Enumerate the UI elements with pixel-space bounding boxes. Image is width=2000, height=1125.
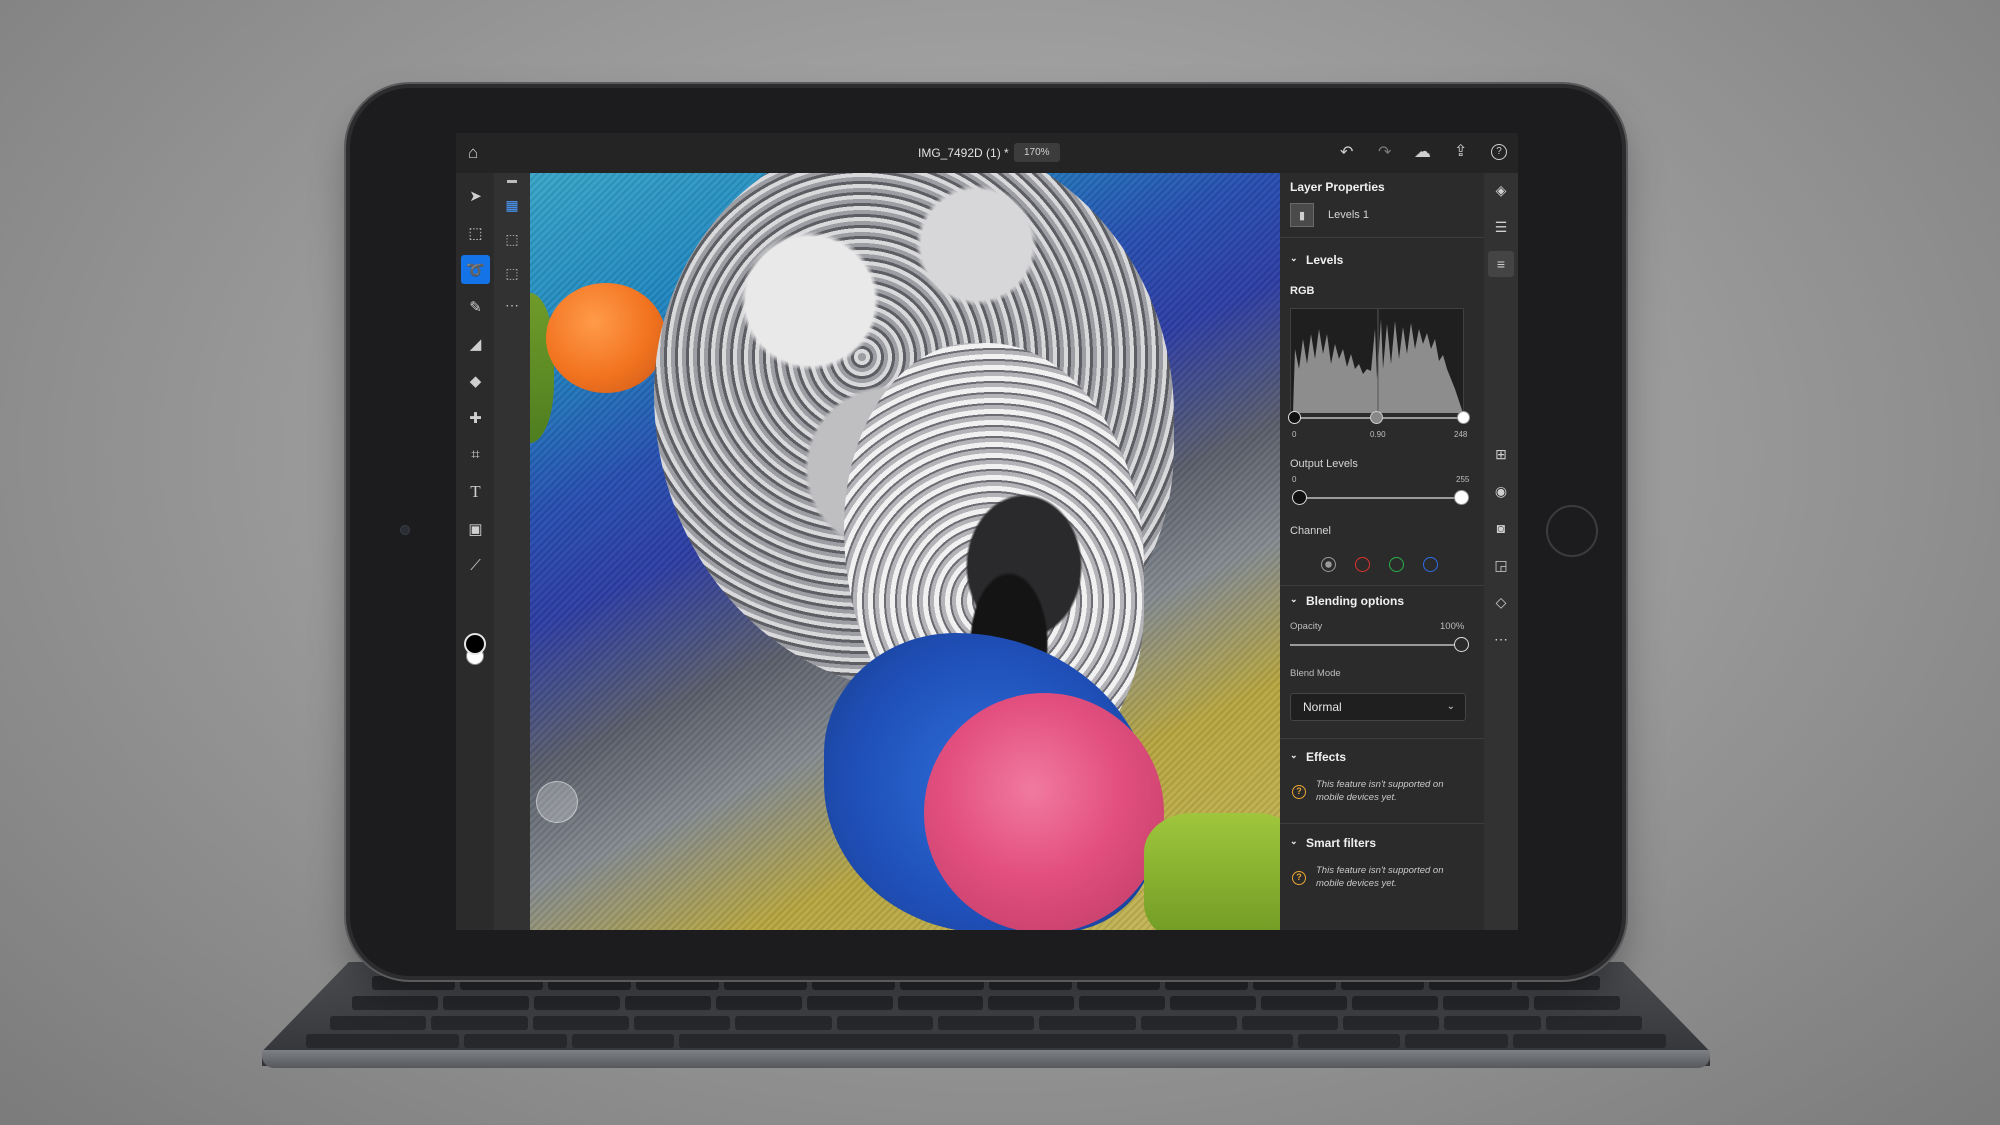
drag-handle[interactable]: ▬ <box>498 175 526 186</box>
top-bar: ⌂ IMG_7492D (1) * 170% ↶ ↷ ☁ ⇪ ? <box>456 133 1518 173</box>
opacity-value[interactable]: 100% <box>1440 621 1464 632</box>
input-gamma-value: 0.90 <box>1370 430 1386 439</box>
visibility-icon[interactable]: ◉ <box>1488 478 1514 504</box>
add-layer-icon[interactable]: ⊞ <box>1488 441 1514 467</box>
opacity-label: Opacity <box>1290 621 1323 632</box>
layer-name[interactable]: Levels 1 <box>1328 209 1369 221</box>
red-channel-button[interactable] <box>1355 557 1370 572</box>
place-image-icon[interactable]: ▣ <box>461 514 490 543</box>
channel-name: RGB <box>1290 285 1315 297</box>
layers-icon[interactable]: ◈ <box>1488 177 1514 203</box>
new-selection-icon[interactable]: ▦ <box>498 191 526 219</box>
divider <box>1280 823 1484 824</box>
share-icon[interactable]: ⇪ <box>1454 144 1467 160</box>
layer-details-icon[interactable]: ☰ <box>1488 214 1514 240</box>
warning-icon: ? <box>1292 785 1306 799</box>
chevron-down-icon: ⌄ <box>1446 701 1455 712</box>
keyboard-row <box>330 1016 1643 1030</box>
zoom-level[interactable]: 170% <box>1014 143 1060 162</box>
chevron-down-icon[interactable]: ⌄ <box>1290 836 1298 847</box>
redo-icon[interactable]: ↷ <box>1378 145 1391 161</box>
smart-filters-unsupported-message: This feature isn't supported on mobile d… <box>1316 865 1444 889</box>
divider <box>1280 585 1484 586</box>
output-white-value: 255 <box>1456 475 1470 484</box>
eraser-icon[interactable]: ◢ <box>461 329 490 358</box>
keyboard-row <box>372 976 1601 990</box>
fill-icon[interactable]: ◆ <box>461 366 490 395</box>
cloud-icon[interactable]: ☁ <box>1414 143 1431 160</box>
input-white-value: 248 <box>1454 430 1468 439</box>
opacity-handle[interactable] <box>1454 637 1469 652</box>
brush-icon[interactable]: ✎ <box>461 292 490 321</box>
help-icon[interactable]: ? <box>1491 144 1507 160</box>
lasso-select-icon[interactable]: ➰ <box>461 255 490 284</box>
chevron-down-icon[interactable]: ⌄ <box>1290 750 1298 761</box>
divider <box>1280 738 1484 739</box>
document-title[interactable]: IMG_7492D (1) * <box>918 146 1009 160</box>
levels-layer-thumbnail-icon[interactable]: ▮ <box>1290 203 1314 227</box>
toy-orange-ball <box>546 283 666 393</box>
layer-properties-panel: Layer Properties ▮ Levels 1 ⌄ Levels RGB… <box>1280 173 1484 930</box>
histogram <box>1290 308 1464 413</box>
right-icon-rail: ◈ ☰ ≡ ⊞ ◉ ◙ ◲ ◇ ⋯ <box>1484 173 1518 930</box>
front-camera <box>400 525 410 535</box>
input-black-handle[interactable] <box>1288 411 1301 424</box>
levels-section-header[interactable]: Levels <box>1306 253 1343 267</box>
effects-header[interactable]: Effects <box>1306 750 1346 764</box>
output-black-value: 0 <box>1292 475 1297 484</box>
adjust-icon[interactable]: ◇ <box>1488 589 1514 615</box>
keyboard-row <box>306 1034 1667 1048</box>
input-black-value: 0 <box>1292 430 1297 439</box>
chevron-down-icon[interactable]: ⌄ <box>1290 594 1298 605</box>
touch-shortcut-circle[interactable] <box>536 781 578 823</box>
blend-mode-label: Blend Mode <box>1290 668 1341 679</box>
keyboard-edge <box>262 1050 1710 1068</box>
clip-icon[interactable]: ◲ <box>1488 552 1514 578</box>
toy-pink-ball <box>924 693 1164 930</box>
output-levels-track <box>1300 497 1460 499</box>
subtract-selection-icon[interactable]: ⬚ <box>498 259 526 287</box>
toolbar: ➤ ⬚ ➰ ✎ ◢ ◆ ✚ ⌗ T ▣ ⟋ <box>456 173 494 930</box>
mask-icon[interactable]: ◙ <box>1488 515 1514 541</box>
eyedropper-icon[interactable]: ⟋ <box>461 551 490 580</box>
home-icon[interactable]: ⌂ <box>468 144 478 161</box>
properties-icon[interactable]: ≡ <box>1488 251 1514 277</box>
foreground-color-swatch[interactable] <box>464 633 486 655</box>
divider <box>1280 237 1484 238</box>
effects-unsupported-message: This feature isn't supported on mobile d… <box>1316 779 1444 803</box>
blue-channel-button[interactable] <box>1423 557 1438 572</box>
panel-title: Layer Properties <box>1290 180 1385 194</box>
more-icon[interactable]: ⋯ <box>498 291 526 319</box>
composite-channel-button[interactable] <box>1321 557 1336 572</box>
healing-brush-icon[interactable]: ✚ <box>461 403 490 432</box>
green-channel-button[interactable] <box>1389 557 1404 572</box>
channel-label: Channel <box>1290 525 1331 537</box>
input-white-handle[interactable] <box>1457 411 1470 424</box>
transform-icon[interactable]: ⬚ <box>461 218 490 247</box>
chevron-down-icon[interactable]: ⌄ <box>1290 253 1298 264</box>
crop-icon[interactable]: ⌗ <box>461 440 490 469</box>
home-button[interactable] <box>1546 505 1598 557</box>
toy-lime-shape <box>1144 813 1280 930</box>
keyboard-row <box>352 996 1620 1010</box>
more-icon[interactable]: ⋯ <box>1488 626 1514 652</box>
add-selection-icon[interactable]: ⬚ <box>498 225 526 253</box>
type-icon[interactable]: T <box>461 477 490 506</box>
blending-options-header[interactable]: Blending options <box>1306 594 1404 608</box>
blend-mode-value: Normal <box>1303 700 1342 714</box>
output-white-handle[interactable] <box>1454 490 1469 505</box>
output-levels-label: Output Levels <box>1290 458 1358 470</box>
selection-options-bar: ▬ ▦ ⬚ ⬚ ⋯ <box>494 173 530 930</box>
output-black-handle[interactable] <box>1292 490 1307 505</box>
undo-icon[interactable]: ↶ <box>1340 145 1353 161</box>
blend-mode-select[interactable]: Normal ⌄ <box>1290 693 1466 721</box>
canvas[interactable] <box>494 173 1280 930</box>
opacity-track <box>1290 644 1454 646</box>
move-icon[interactable]: ➤ <box>461 181 490 210</box>
app-screen: ⌂ IMG_7492D (1) * 170% ↶ ↷ ☁ ⇪ ? ➤ ⬚ ➰ ✎… <box>456 133 1518 930</box>
warning-icon: ? <box>1292 871 1306 885</box>
smart-filters-header[interactable]: Smart filters <box>1306 836 1376 850</box>
input-gamma-handle[interactable] <box>1370 411 1383 424</box>
